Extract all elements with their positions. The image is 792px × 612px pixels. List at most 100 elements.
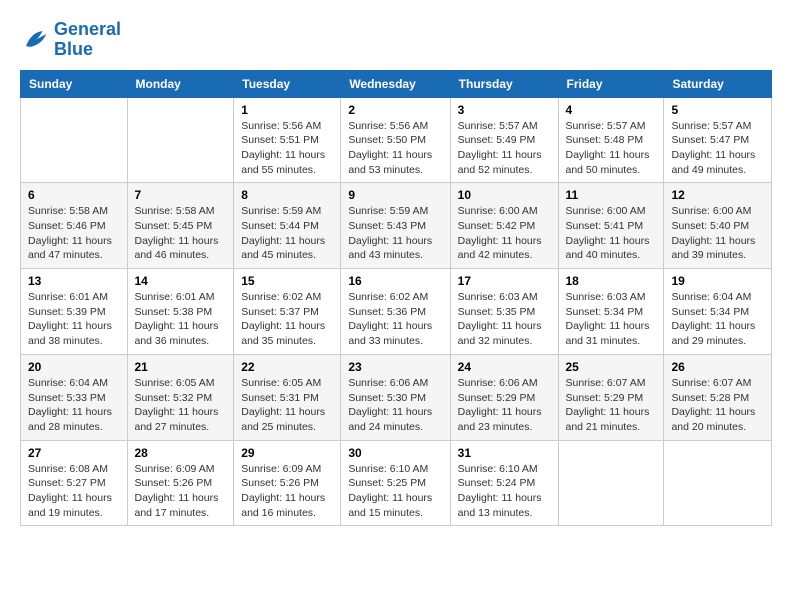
- day-info: Sunrise: 6:10 AM Sunset: 5:25 PM Dayligh…: [348, 462, 442, 521]
- day-info: Sunrise: 5:58 AM Sunset: 5:45 PM Dayligh…: [135, 204, 227, 263]
- calendar-cell: 6Sunrise: 5:58 AM Sunset: 5:46 PM Daylig…: [21, 183, 128, 269]
- day-number: 14: [135, 274, 227, 288]
- day-info: Sunrise: 6:09 AM Sunset: 5:26 PM Dayligh…: [241, 462, 333, 521]
- day-info: Sunrise: 6:08 AM Sunset: 5:27 PM Dayligh…: [28, 462, 120, 521]
- calendar-cell: 29 Sunrise: 6:09 AM Sunset: 5:26 PM Dayli…: [234, 440, 341, 526]
- calendar-cell: 5 Sunrise: 5:57 AM Sunset: 5:47 PM Daylig…: [664, 97, 772, 183]
- calendar-cell: 15Sunrise: 6:02 AM Sunset: 5:37 PM Dayli…: [234, 269, 341, 355]
- day-info: Sunrise: 6:00 AM Sunset: 5:41 PM Dayligh…: [566, 204, 657, 263]
- calendar-week-row: 27 Sunrise: 6:08 AM Sunset: 5:27 PM Dayli…: [21, 440, 772, 526]
- day-number: 23: [348, 360, 442, 374]
- calendar-cell: [127, 97, 234, 183]
- calendar-cell: 17Sunrise: 6:03 AM Sunset: 5:35 PM Dayli…: [450, 269, 558, 355]
- calendar-cell: 14 Sunrise: 6:01 AM Sunset: 5:38 PM Dayli…: [127, 269, 234, 355]
- day-number: 1: [241, 103, 333, 117]
- calendar-cell: 23 Sunrise: 6:06 AM Sunset: 5:30 PM Dayli…: [341, 354, 450, 440]
- day-number: 26: [671, 360, 764, 374]
- day-info: Sunrise: 6:10 AM Sunset: 5:24 PM Dayligh…: [458, 462, 551, 521]
- day-info: Sunrise: 6:01 AM Sunset: 5:39 PM Dayligh…: [28, 290, 120, 349]
- calendar-week-row: 6Sunrise: 5:58 AM Sunset: 5:46 PM Daylig…: [21, 183, 772, 269]
- calendar-cell: 4 Sunrise: 5:57 AM Sunset: 5:48 PM Daylig…: [558, 97, 664, 183]
- day-info: Sunrise: 6:03 AM Sunset: 5:34 PM Dayligh…: [566, 290, 657, 349]
- calendar-cell: 24 Sunrise: 6:06 AM Sunset: 5:29 PM Dayli…: [450, 354, 558, 440]
- day-of-week-header: Wednesday: [341, 70, 450, 97]
- calendar-cell: 11 Sunrise: 6:00 AM Sunset: 5:41 PM Dayli…: [558, 183, 664, 269]
- logo-text: General Blue: [54, 20, 121, 60]
- day-number: 24: [458, 360, 551, 374]
- day-number: 12: [671, 188, 764, 202]
- day-info: Sunrise: 6:06 AM Sunset: 5:30 PM Dayligh…: [348, 376, 442, 435]
- day-number: 7: [135, 188, 227, 202]
- day-info: Sunrise: 6:07 AM Sunset: 5:29 PM Dayligh…: [566, 376, 657, 435]
- day-info: Sunrise: 6:01 AM Sunset: 5:38 PM Dayligh…: [135, 290, 227, 349]
- calendar-cell: 18 Sunrise: 6:03 AM Sunset: 5:34 PM Dayli…: [558, 269, 664, 355]
- day-info: Sunrise: 5:57 AM Sunset: 5:48 PM Dayligh…: [566, 119, 657, 178]
- calendar-cell: 3 Sunrise: 5:57 AM Sunset: 5:49 PM Daylig…: [450, 97, 558, 183]
- calendar-cell: 28 Sunrise: 6:09 AM Sunset: 5:26 PM Dayli…: [127, 440, 234, 526]
- day-number: 19: [671, 274, 764, 288]
- day-info: Sunrise: 5:57 AM Sunset: 5:47 PM Dayligh…: [671, 119, 764, 178]
- calendar-cell: 20 Sunrise: 6:04 AM Sunset: 5:33 PM Dayli…: [21, 354, 128, 440]
- logo: General Blue: [20, 20, 121, 60]
- page-header: General Blue: [20, 20, 772, 60]
- day-of-week-header: Saturday: [664, 70, 772, 97]
- calendar-week-row: 20 Sunrise: 6:04 AM Sunset: 5:33 PM Dayli…: [21, 354, 772, 440]
- day-number: 27: [28, 446, 120, 460]
- day-number: 5: [671, 103, 764, 117]
- day-number: 13: [28, 274, 120, 288]
- day-info: Sunrise: 5:58 AM Sunset: 5:46 PM Dayligh…: [28, 204, 120, 263]
- day-number: 11: [566, 188, 657, 202]
- day-number: 20: [28, 360, 120, 374]
- calendar-cell: 21Sunrise: 6:05 AM Sunset: 5:32 PM Dayli…: [127, 354, 234, 440]
- calendar-week-row: 13 Sunrise: 6:01 AM Sunset: 5:39 PM Dayli…: [21, 269, 772, 355]
- day-number: 31: [458, 446, 551, 460]
- calendar-cell: 22 Sunrise: 6:05 AM Sunset: 5:31 PM Dayli…: [234, 354, 341, 440]
- day-info: Sunrise: 5:56 AM Sunset: 5:50 PM Dayligh…: [348, 119, 442, 178]
- calendar-cell: 8Sunrise: 5:59 AM Sunset: 5:44 PM Daylig…: [234, 183, 341, 269]
- day-number: 21: [135, 360, 227, 374]
- calendar-cell: [21, 97, 128, 183]
- calendar-cell: [558, 440, 664, 526]
- day-of-week-header: Monday: [127, 70, 234, 97]
- day-of-week-header: Friday: [558, 70, 664, 97]
- day-number: 25: [566, 360, 657, 374]
- day-info: Sunrise: 5:59 AM Sunset: 5:43 PM Dayligh…: [348, 204, 442, 263]
- day-number: 4: [566, 103, 657, 117]
- calendar-header-row: SundayMondayTuesdayWednesdayThursdayFrid…: [21, 70, 772, 97]
- day-info: Sunrise: 5:57 AM Sunset: 5:49 PM Dayligh…: [458, 119, 551, 178]
- day-info: Sunrise: 6:04 AM Sunset: 5:34 PM Dayligh…: [671, 290, 764, 349]
- day-number: 18: [566, 274, 657, 288]
- day-of-week-header: Tuesday: [234, 70, 341, 97]
- calendar-cell: 7 Sunrise: 5:58 AM Sunset: 5:45 PM Daylig…: [127, 183, 234, 269]
- calendar-cell: 26Sunrise: 6:07 AM Sunset: 5:28 PM Dayli…: [664, 354, 772, 440]
- calendar-cell: 16Sunrise: 6:02 AM Sunset: 5:36 PM Dayli…: [341, 269, 450, 355]
- calendar-cell: 19 Sunrise: 6:04 AM Sunset: 5:34 PM Dayli…: [664, 269, 772, 355]
- day-info: Sunrise: 6:04 AM Sunset: 5:33 PM Dayligh…: [28, 376, 120, 435]
- day-info: Sunrise: 6:09 AM Sunset: 5:26 PM Dayligh…: [135, 462, 227, 521]
- day-of-week-header: Sunday: [21, 70, 128, 97]
- day-info: Sunrise: 6:00 AM Sunset: 5:40 PM Dayligh…: [671, 204, 764, 263]
- day-number: 29: [241, 446, 333, 460]
- day-info: Sunrise: 6:02 AM Sunset: 5:36 PM Dayligh…: [348, 290, 442, 349]
- calendar-cell: 27 Sunrise: 6:08 AM Sunset: 5:27 PM Dayli…: [21, 440, 128, 526]
- day-number: 28: [135, 446, 227, 460]
- calendar-table: SundayMondayTuesdayWednesdayThursdayFrid…: [20, 70, 772, 527]
- calendar-cell: 12 Sunrise: 6:00 AM Sunset: 5:40 PM Dayli…: [664, 183, 772, 269]
- day-info: Sunrise: 6:00 AM Sunset: 5:42 PM Dayligh…: [458, 204, 551, 263]
- day-info: Sunrise: 6:05 AM Sunset: 5:31 PM Dayligh…: [241, 376, 333, 435]
- day-info: Sunrise: 6:06 AM Sunset: 5:29 PM Dayligh…: [458, 376, 551, 435]
- day-number: 8: [241, 188, 333, 202]
- day-number: 9: [348, 188, 442, 202]
- day-number: 22: [241, 360, 333, 374]
- calendar-cell: 25 Sunrise: 6:07 AM Sunset: 5:29 PM Dayli…: [558, 354, 664, 440]
- calendar-cell: 9 Sunrise: 5:59 AM Sunset: 5:43 PM Daylig…: [341, 183, 450, 269]
- day-info: Sunrise: 6:03 AM Sunset: 5:35 PM Dayligh…: [458, 290, 551, 349]
- calendar-cell: [664, 440, 772, 526]
- day-number: 30: [348, 446, 442, 460]
- day-number: 3: [458, 103, 551, 117]
- calendar-cell: 30 Sunrise: 6:10 AM Sunset: 5:25 PM Dayli…: [341, 440, 450, 526]
- calendar-cell: 10Sunrise: 6:00 AM Sunset: 5:42 PM Dayli…: [450, 183, 558, 269]
- calendar-cell: 13 Sunrise: 6:01 AM Sunset: 5:39 PM Dayli…: [21, 269, 128, 355]
- day-info: Sunrise: 6:02 AM Sunset: 5:37 PM Dayligh…: [241, 290, 333, 349]
- day-info: Sunrise: 5:56 AM Sunset: 5:51 PM Dayligh…: [241, 119, 333, 178]
